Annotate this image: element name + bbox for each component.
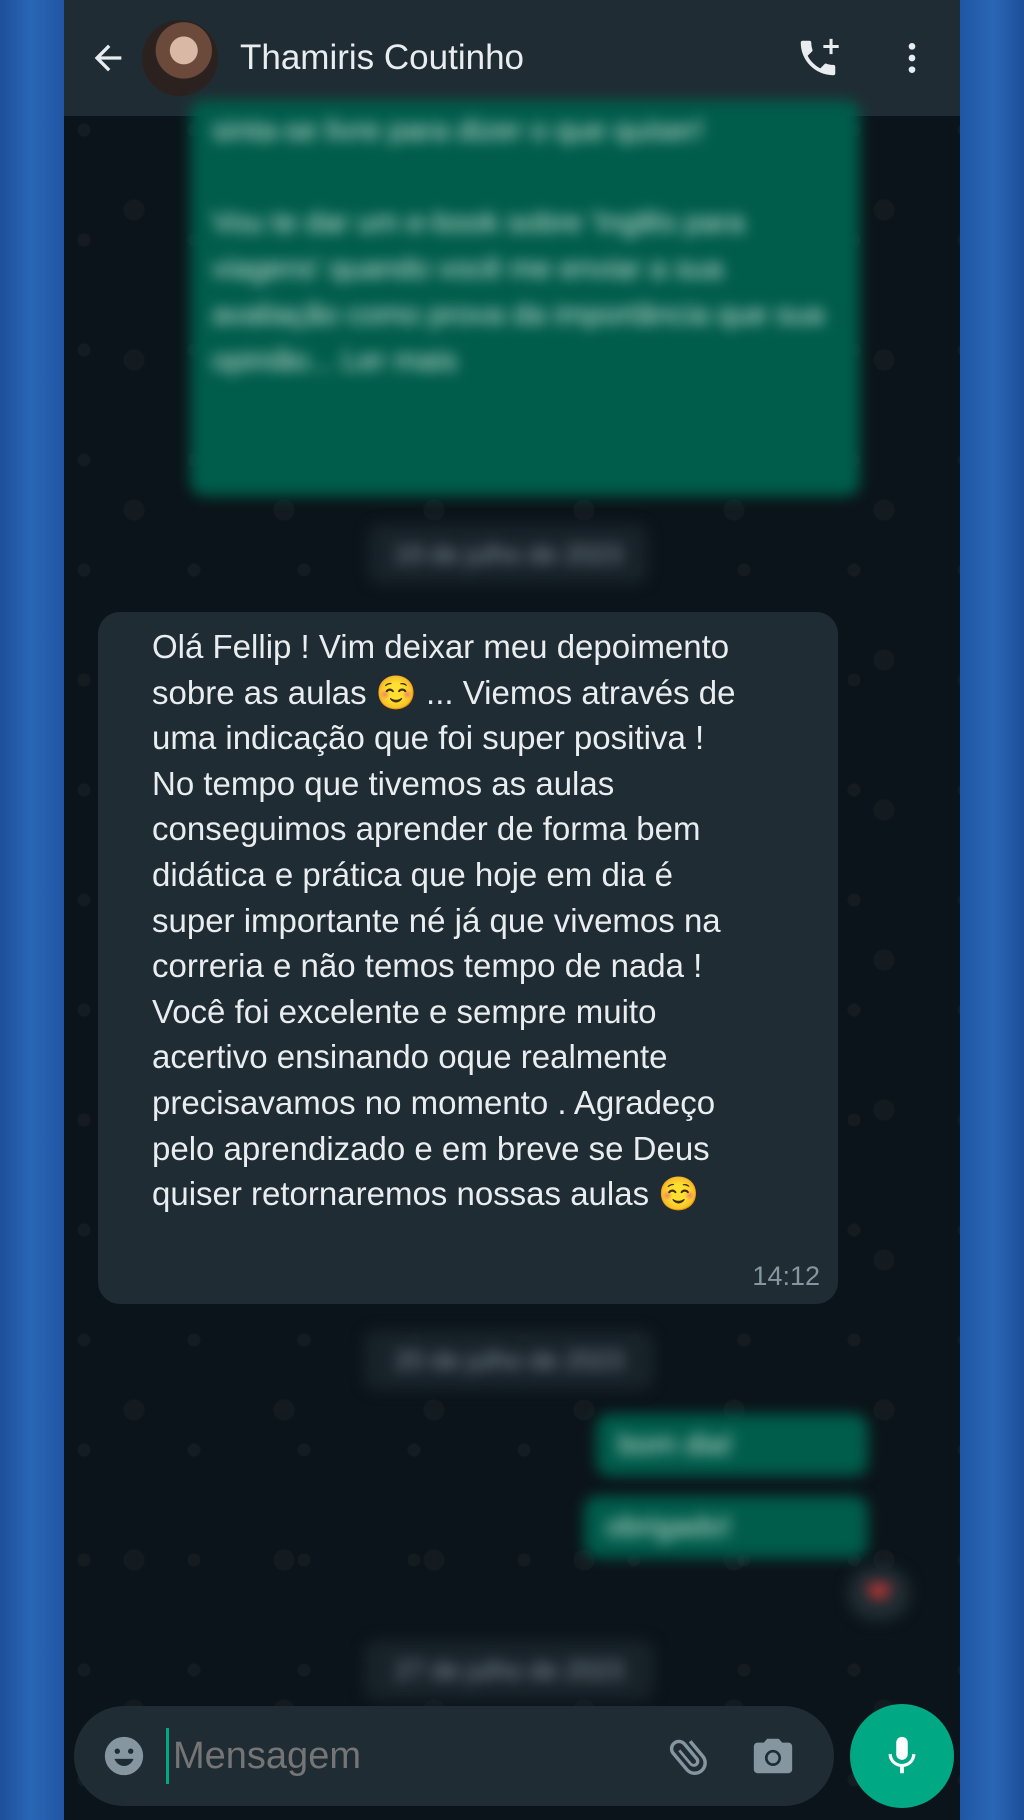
date-separator: 27 de julho de 2023 <box>364 1640 654 1700</box>
blurred-message-text: sinta-se livre para dizer o que quiser! … <box>212 114 825 377</box>
outgoing-message-blurred: bom dia! <box>596 1414 868 1476</box>
arrow-left-icon <box>94 44 122 72</box>
chat-screen: Thamiris Coutinho sinta-se livre para di… <box>64 0 960 1820</box>
chat-header: Thamiris Coutinho <box>64 0 960 116</box>
blurred-message-text: bom dia! <box>618 1428 734 1461</box>
date-separator: 20 de julho de 2023 <box>364 1330 654 1390</box>
heart-reaction[interactable]: ❤ <box>848 1566 910 1620</box>
incoming-message-bubble[interactable]: Olá Fellip ! Vim deixar meu depoimento s… <box>98 612 838 1304</box>
avatar[interactable] <box>140 18 220 98</box>
attach-button[interactable] <box>659 1726 719 1786</box>
message-input[interactable] <box>169 1734 653 1778</box>
add-call-button[interactable] <box>788 28 848 88</box>
message-timestamp: 14:12 <box>752 1261 820 1291</box>
more-vertical-icon <box>908 43 916 73</box>
message-text: Olá Fellip ! Vim deixar meu depoimento s… <box>152 628 736 1213</box>
camera-button[interactable] <box>743 1726 803 1786</box>
menu-button[interactable] <box>882 28 942 88</box>
date-separator: 19 de julho de 2023 <box>368 524 648 584</box>
voice-record-button[interactable] <box>850 1704 954 1808</box>
message-composer <box>74 1706 834 1806</box>
add-call-icon <box>800 38 839 76</box>
emoji-icon <box>104 1736 144 1776</box>
microphone-icon <box>888 1736 916 1774</box>
paperclip-icon <box>669 1739 707 1775</box>
back-button[interactable] <box>78 28 138 88</box>
blurred-message-text: obrigado! <box>606 1510 732 1543</box>
outgoing-message-blurred: obrigado! <box>584 1496 868 1558</box>
outgoing-message-blurred: sinta-se livre para dizer o que quiser! … <box>190 100 860 496</box>
emoji-button[interactable] <box>94 1726 154 1786</box>
contact-name[interactable]: Thamiris Coutinho <box>240 38 788 78</box>
camera-icon <box>753 1738 793 1774</box>
